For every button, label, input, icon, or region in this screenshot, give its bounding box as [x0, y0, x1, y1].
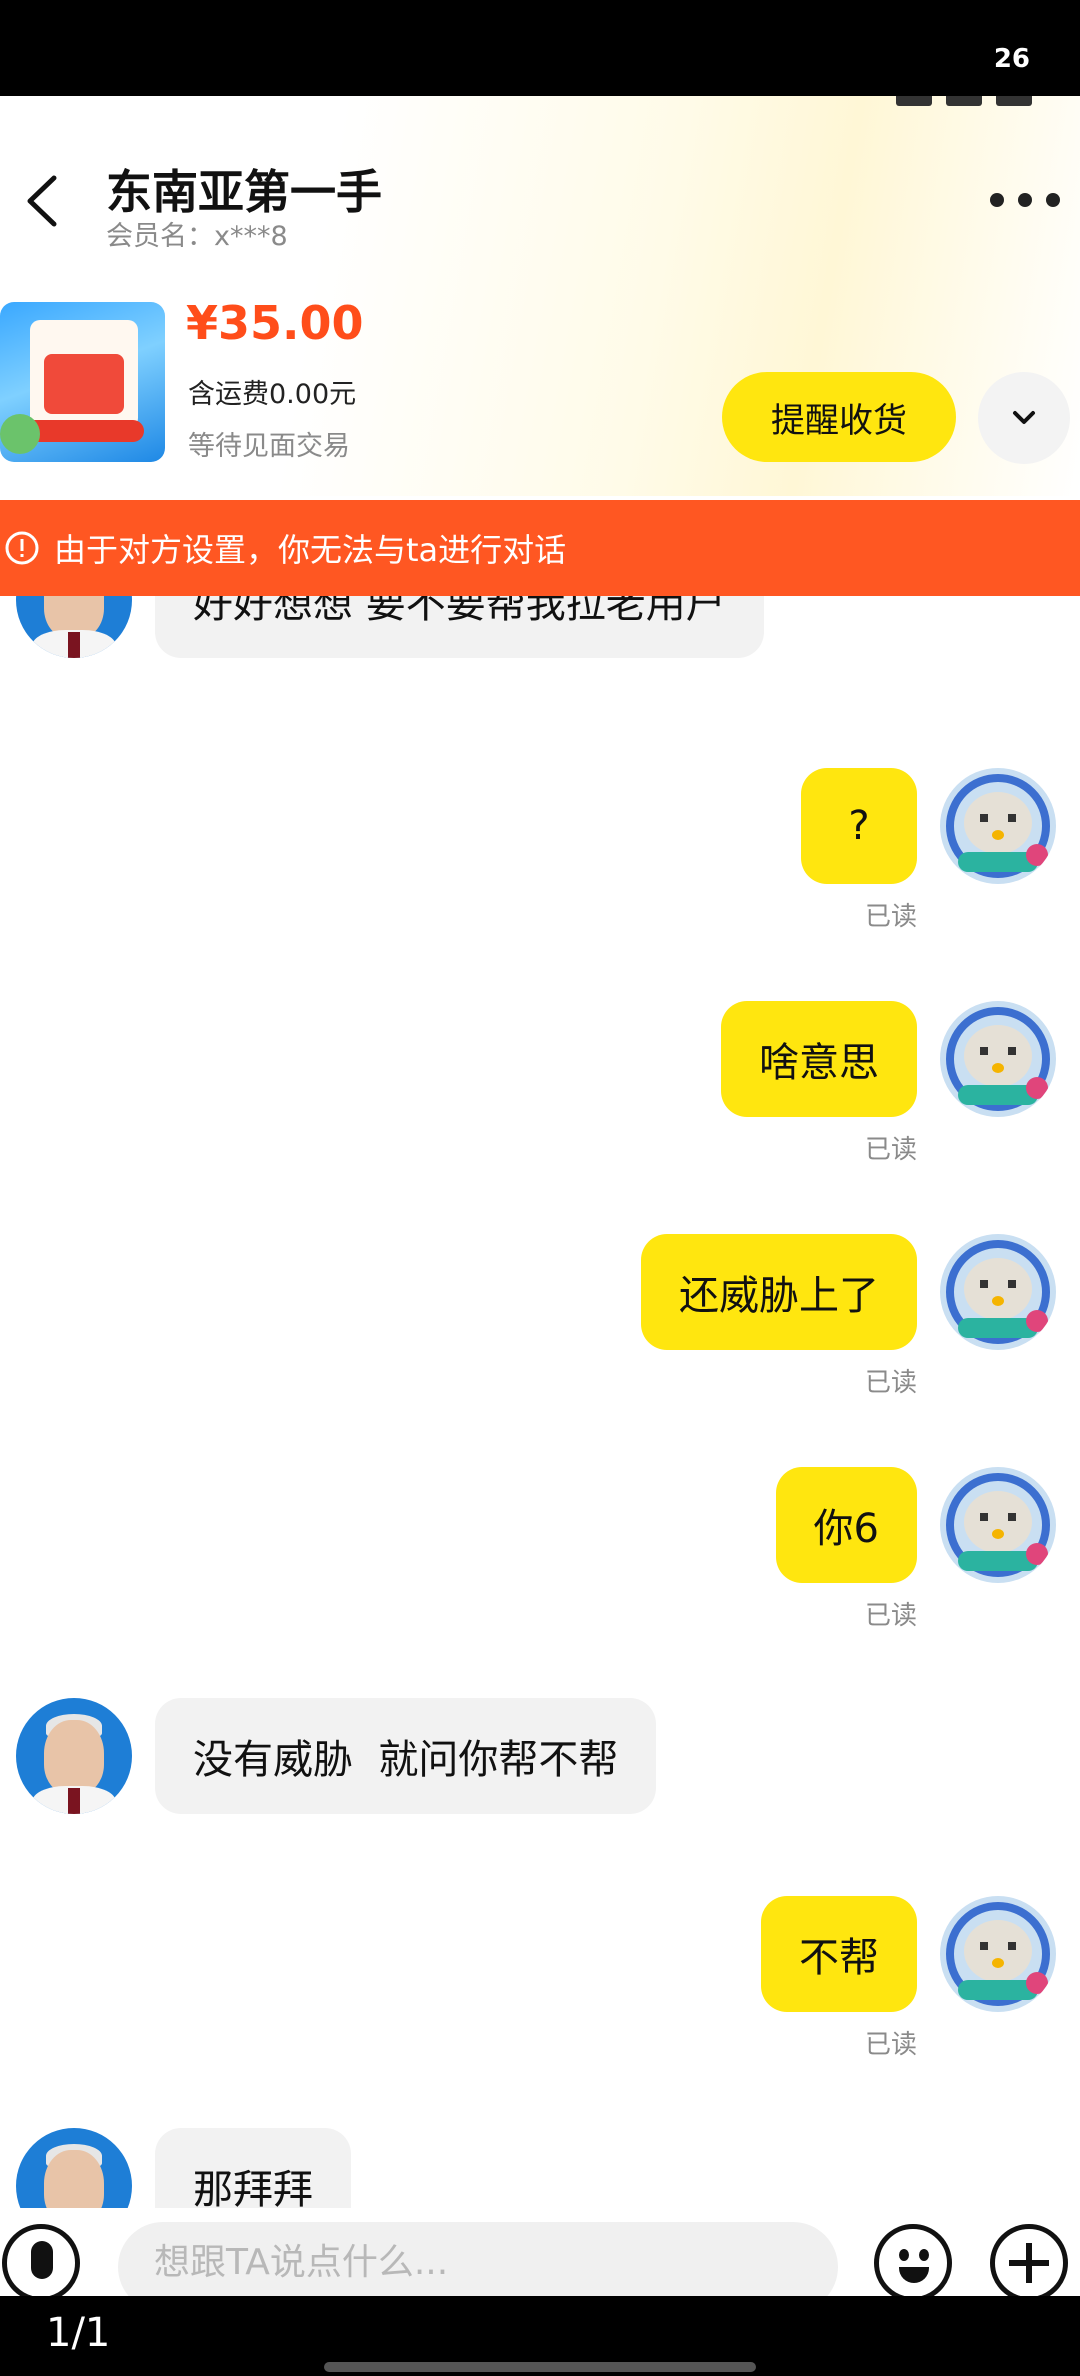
- outgoing-bubble[interactable]: ?: [801, 768, 917, 884]
- voice-input-button[interactable]: [2, 2224, 80, 2296]
- incoming-bubble[interactable]: 好好想想 要不要帮我拉老用户: [155, 596, 764, 658]
- more-options-button[interactable]: [990, 188, 1060, 212]
- member-name: 会员名：x***8: [106, 221, 288, 252]
- contact-avatar[interactable]: [16, 596, 132, 658]
- contact-name: 东南亚第一手: [106, 165, 382, 219]
- message-input[interactable]: [118, 2222, 838, 2296]
- dot-icon: [1046, 193, 1060, 207]
- emoji-button[interactable]: [874, 2224, 952, 2296]
- product-price: ¥35.00: [186, 296, 364, 350]
- page-indicator: 1/1: [46, 2310, 111, 2356]
- contact-avatar[interactable]: [16, 2128, 132, 2208]
- expand-order-button[interactable]: [978, 372, 1070, 464]
- read-receipt: 已读: [864, 1368, 917, 1398]
- outgoing-bubble[interactable]: 啥意思: [721, 1001, 917, 1117]
- viewer-bottom-bar: 1/1: [0, 2296, 1080, 2376]
- input-bar: [0, 2208, 1080, 2296]
- my-avatar[interactable]: [940, 1896, 1056, 2012]
- my-avatar[interactable]: [940, 768, 1056, 884]
- my-avatar[interactable]: [940, 1001, 1056, 1117]
- read-receipt: 已读: [864, 1601, 917, 1631]
- restriction-text: 由于对方设置，你无法与ta进行对话: [54, 531, 567, 569]
- status-icons: [896, 96, 1032, 106]
- contact-avatar[interactable]: [16, 1698, 132, 1814]
- message-list[interactable]: 好好想想 要不要帮我拉老用户 ? 已读 啥意思 已读 还威胁上了 已读 你6 已…: [0, 596, 1080, 2208]
- back-button[interactable]: [16, 166, 72, 236]
- microphone-icon: [31, 2241, 53, 2279]
- read-receipt: 已读: [864, 2030, 917, 2060]
- trade-status: 等待见面交易: [188, 431, 350, 462]
- viewer-top-bar: 26: [0, 0, 1080, 96]
- smiley-icon: [899, 2249, 909, 2261]
- outgoing-bubble[interactable]: 不帮: [761, 1896, 917, 2012]
- dot-icon: [1018, 193, 1032, 207]
- incoming-bubble[interactable]: 那拜拜: [155, 2128, 351, 2208]
- viewer-page-counter: 26: [993, 44, 1030, 74]
- more-actions-button[interactable]: [990, 2224, 1068, 2296]
- chat-screen: 东南亚第一手 会员名：x***8 ¥35.00 含运费0.00元 等待见面交易 …: [0, 96, 1080, 2296]
- read-receipt: 已读: [864, 1135, 917, 1165]
- shipping-fee: 含运费0.00元: [188, 379, 357, 410]
- status-bar: [0, 96, 1080, 112]
- my-avatar[interactable]: [940, 1234, 1056, 1350]
- restriction-banner: 由于对方设置，你无法与ta进行对话: [0, 500, 1080, 596]
- my-avatar[interactable]: [940, 1467, 1056, 1583]
- chevron-left-icon: [27, 175, 57, 227]
- read-receipt: 已读: [864, 902, 917, 932]
- info-icon: [2, 528, 42, 568]
- outgoing-bubble[interactable]: 你6: [775, 1467, 917, 1583]
- dot-icon: [990, 193, 1004, 207]
- incoming-bubble[interactable]: 没有威胁 就问你帮不帮: [155, 1698, 657, 1814]
- home-handle[interactable]: [324, 2362, 756, 2372]
- outgoing-bubble[interactable]: 还威胁上了: [641, 1234, 917, 1350]
- chevron-down-icon: [1013, 411, 1035, 424]
- product-thumbnail[interactable]: [0, 302, 165, 462]
- remind-receipt-button[interactable]: 提醒收货: [722, 372, 956, 462]
